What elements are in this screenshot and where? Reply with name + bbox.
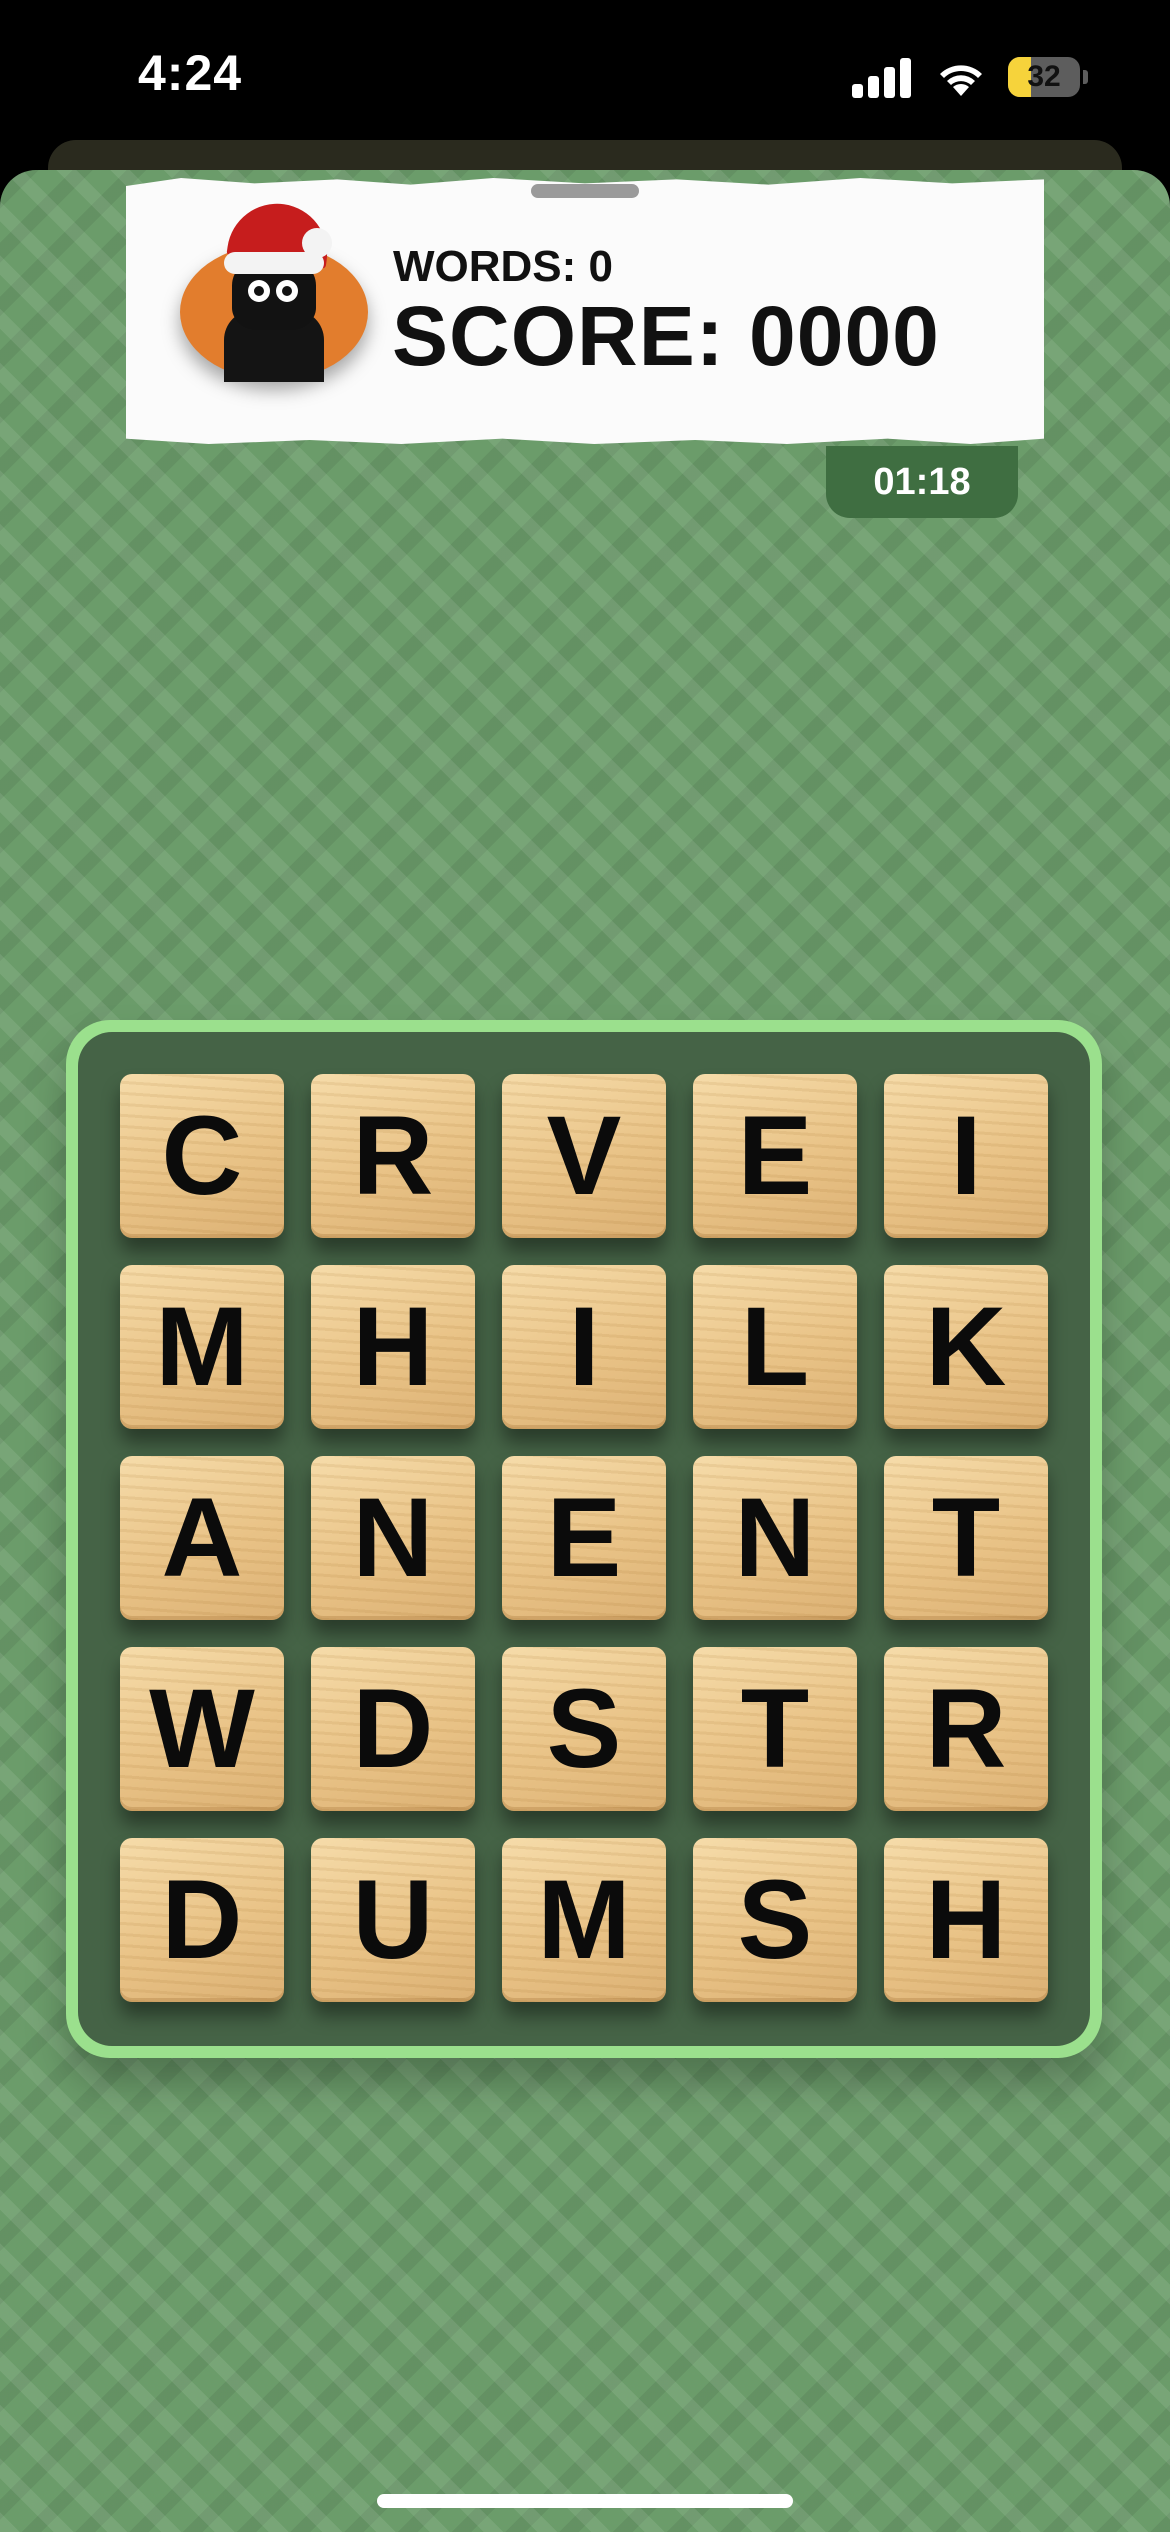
letter-tile[interactable]: R [884, 1647, 1048, 1811]
letter-tile[interactable]: S [693, 1838, 857, 2002]
letter-tile[interactable]: I [884, 1074, 1048, 1238]
letter-grid: C R V E I M H I L K A N E N T W D S T R … [78, 1032, 1090, 2046]
gorilla-eye-left [248, 280, 270, 302]
letter-tile[interactable]: N [693, 1456, 857, 1620]
score-display: SCORE: 0000 [392, 289, 940, 383]
letter-tile[interactable]: E [502, 1456, 666, 1620]
letter-tile[interactable]: D [120, 1838, 284, 2002]
letter-tile[interactable]: D [311, 1647, 475, 1811]
letter-tile[interactable]: T [693, 1647, 857, 1811]
letter-tile[interactable]: I [502, 1265, 666, 1429]
letter-tile[interactable]: C [120, 1074, 284, 1238]
drag-handle[interactable] [531, 184, 639, 198]
timer-badge: 01:18 [826, 446, 1018, 518]
letter-tile[interactable]: H [884, 1838, 1048, 2002]
player-avatar[interactable] [180, 197, 370, 390]
letter-board: C R V E I M H I L K A N E N T W D S T R … [66, 1020, 1102, 2058]
battery-level: 32 [1027, 60, 1061, 93]
letter-tile[interactable]: R [311, 1074, 475, 1238]
letter-tile[interactable]: L [693, 1265, 857, 1429]
status-time: 4:24 [138, 45, 243, 101]
letter-tile[interactable]: T [884, 1456, 1048, 1620]
letter-tile[interactable]: V [502, 1074, 666, 1238]
santa-hat-pom [302, 228, 332, 258]
letter-tile[interactable]: H [311, 1265, 475, 1429]
letter-tile[interactable]: M [120, 1265, 284, 1429]
battery-icon: 32 [1008, 57, 1088, 97]
letter-tile[interactable]: A [120, 1456, 284, 1620]
letter-tile[interactable]: M [502, 1838, 666, 2002]
letter-tile[interactable]: N [311, 1456, 475, 1620]
gorilla-eye-right [276, 280, 298, 302]
status-bar: 4:24 32 [0, 0, 1170, 150]
letter-tile[interactable]: S [502, 1647, 666, 1811]
home-indicator[interactable] [377, 2494, 793, 2508]
letter-tile[interactable]: E [693, 1074, 857, 1238]
letter-tile[interactable]: K [884, 1265, 1048, 1429]
letter-tile[interactable]: W [120, 1647, 284, 1811]
cellular-signal-icon [852, 58, 914, 98]
wifi-icon [940, 65, 982, 96]
words-count: WORDS: 0 [393, 242, 613, 291]
letter-tile[interactable]: U [311, 1838, 475, 2002]
